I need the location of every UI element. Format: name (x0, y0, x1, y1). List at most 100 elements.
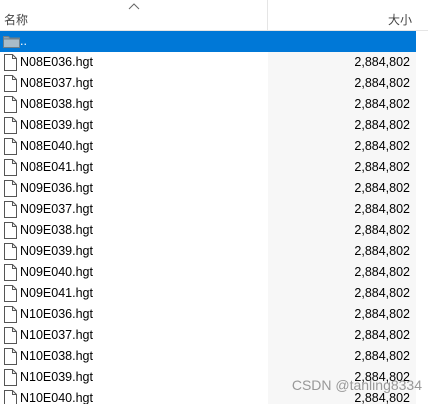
column-divider[interactable] (267, 0, 268, 30)
file-size: 2,884,802 (354, 76, 410, 90)
name-cell: N08E041.hgt (0, 157, 268, 178)
column-header-bar: 名称 大小 (0, 0, 428, 31)
file-list: .. N08E036.hgt 2,884,802 N08E037.hgt 2,884,… (0, 31, 428, 404)
sort-ascending-icon (128, 3, 140, 10)
size-cell: 2,884,802 (268, 178, 416, 199)
file-icon (4, 369, 17, 386)
size-cell: 2,884,802 (268, 157, 416, 178)
size-cell: 2,884,802 (268, 241, 416, 262)
file-name: N09E039.hgt (20, 244, 93, 258)
file-size: 2,884,802 (354, 286, 410, 300)
name-cell: N09E040.hgt (0, 262, 268, 283)
size-cell: 2,884,802 (268, 73, 416, 94)
name-cell: N10E038.hgt (0, 346, 268, 367)
name-cell: N10E039.hgt (0, 367, 268, 388)
file-size: 2,884,802 (354, 97, 410, 111)
size-cell: 2,884,802 (268, 52, 416, 73)
file-icon (4, 390, 17, 404)
name-cell: .. (0, 31, 268, 52)
file-icon (4, 348, 17, 365)
file-name: N08E039.hgt (20, 118, 93, 132)
file-list-window: 名称 大小 .. N08E036.hgt 2,884,802 N08E037.hgt… (0, 0, 428, 404)
file-icon (4, 159, 17, 176)
size-cell: 2,884,802 (268, 325, 416, 346)
column-header-size[interactable]: 大小 (388, 12, 412, 28)
file-name: N09E036.hgt (20, 181, 93, 195)
file-row[interactable]: N08E037.hgt 2,884,802 (0, 73, 428, 94)
file-icon (4, 327, 17, 344)
file-size: 2,884,802 (354, 223, 410, 237)
file-row[interactable]: N09E041.hgt 2,884,802 (0, 283, 428, 304)
file-icon (4, 285, 17, 302)
file-row[interactable]: N08E036.hgt 2,884,802 (0, 52, 428, 73)
file-row[interactable]: N09E036.hgt 2,884,802 (0, 178, 428, 199)
size-cell: 2,884,802 (268, 304, 416, 325)
file-size: 2,884,802 (354, 202, 410, 216)
name-cell: N08E037.hgt (0, 73, 268, 94)
size-cell: 2,884,802 (268, 283, 416, 304)
file-name: N09E041.hgt (20, 286, 93, 300)
vertical-scrollbar[interactable] (416, 31, 428, 404)
file-icon (4, 75, 17, 92)
file-row[interactable]: N10E037.hgt 2,884,802 (0, 325, 428, 346)
name-cell: N09E036.hgt (0, 178, 268, 199)
name-cell: N09E041.hgt (0, 283, 268, 304)
file-icon (4, 201, 17, 218)
name-cell: N10E040.hgt (0, 388, 268, 404)
file-icon (4, 243, 17, 260)
file-icon (4, 96, 17, 113)
size-cell: 2,884,802 (268, 220, 416, 241)
file-name: N09E038.hgt (20, 223, 93, 237)
file-icon (4, 138, 17, 155)
file-row[interactable]: N08E038.hgt 2,884,802 (0, 94, 428, 115)
file-row[interactable]: N09E039.hgt 2,884,802 (0, 241, 428, 262)
file-row[interactable]: N08E040.hgt 2,884,802 (0, 136, 428, 157)
name-cell: N09E038.hgt (0, 220, 268, 241)
file-name: N08E037.hgt (20, 76, 93, 90)
file-icon (4, 264, 17, 281)
size-cell: 2,884,802 (268, 115, 416, 136)
name-cell: N09E039.hgt (0, 241, 268, 262)
file-icon (4, 54, 17, 71)
file-name: .. (20, 34, 27, 48)
file-row[interactable]: N08E041.hgt 2,884,802 (0, 157, 428, 178)
column-header-name[interactable]: 名称 (4, 12, 28, 28)
file-size: 2,884,802 (354, 139, 410, 153)
file-name: N09E040.hgt (20, 265, 93, 279)
file-row[interactable]: N09E038.hgt 2,884,802 (0, 220, 428, 241)
file-icon (4, 306, 17, 323)
name-cell: N08E038.hgt (0, 94, 268, 115)
file-name: N10E037.hgt (20, 328, 93, 342)
file-name: N10E038.hgt (20, 349, 93, 363)
file-row[interactable]: N09E037.hgt 2,884,802 (0, 199, 428, 220)
file-size: 2,884,802 (354, 244, 410, 258)
file-row[interactable]: N09E040.hgt 2,884,802 (0, 262, 428, 283)
file-size: 2,884,802 (354, 307, 410, 321)
file-name: N08E038.hgt (20, 97, 93, 111)
name-cell: N08E039.hgt (0, 115, 268, 136)
file-name: N08E036.hgt (20, 55, 93, 69)
file-icon (4, 180, 17, 197)
file-name: N09E037.hgt (20, 202, 93, 216)
folder-icon (3, 36, 20, 48)
file-row[interactable]: N08E039.hgt 2,884,802 (0, 115, 428, 136)
name-cell: N08E040.hgt (0, 136, 268, 157)
name-cell: N10E036.hgt (0, 304, 268, 325)
size-cell: 2,884,802 (268, 199, 416, 220)
file-name: N10E036.hgt (20, 307, 93, 321)
size-cell: 2,884,802 (268, 136, 416, 157)
name-cell: N10E037.hgt (0, 325, 268, 346)
file-row[interactable]: N10E036.hgt 2,884,802 (0, 304, 428, 325)
file-name: N08E041.hgt (20, 160, 93, 174)
file-row[interactable]: N10E038.hgt 2,884,802 (0, 346, 428, 367)
file-size: 2,884,802 (354, 160, 410, 174)
file-size: 2,884,802 (354, 328, 410, 342)
file-size: 2,884,802 (354, 118, 410, 132)
file-size: 2,884,802 (354, 55, 410, 69)
parent-directory-row[interactable]: .. (0, 31, 428, 52)
file-icon (4, 117, 17, 134)
file-size: 2,884,802 (354, 265, 410, 279)
file-name: N10E039.hgt (20, 370, 93, 384)
size-cell: 2,884,802 (268, 262, 416, 283)
name-cell: N08E036.hgt (0, 52, 268, 73)
